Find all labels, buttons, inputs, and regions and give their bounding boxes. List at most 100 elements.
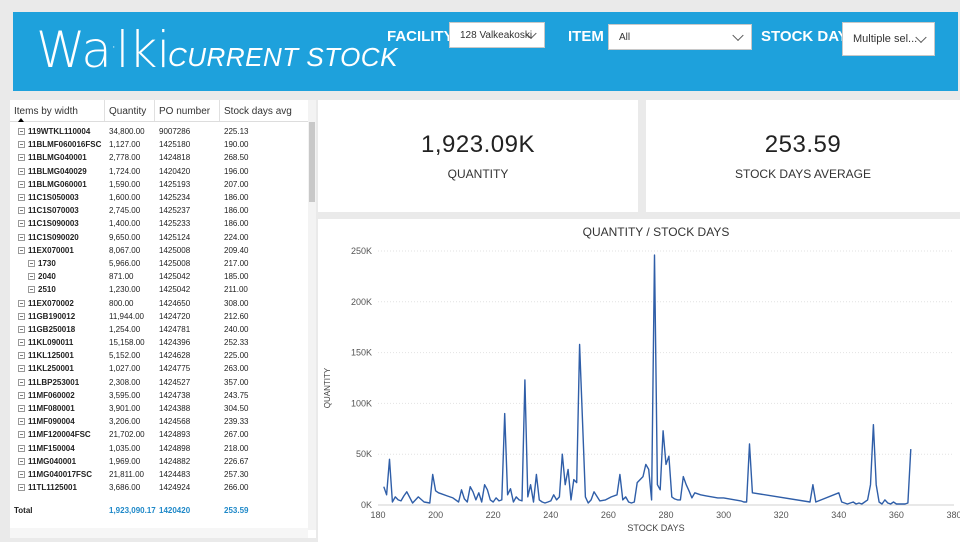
row-item: 11C1S070003	[10, 206, 105, 215]
row-item: 11MG040017FSC	[10, 470, 105, 479]
table-row[interactable]: 11GB250018 1,254.00 1424781 240.00	[10, 323, 308, 336]
table-row[interactable]: 11C1S090020 9,650.00 1425124 224.00	[10, 231, 308, 244]
expand-collapse-icon[interactable]	[28, 273, 35, 281]
table-header: Items by width Quantity PO number Stock …	[10, 100, 308, 122]
table-row[interactable]: 11KL090011 15,158.00 1424396 252.33	[10, 336, 308, 349]
expand-collapse-icon[interactable]	[18, 141, 25, 149]
vertical-scrollbar[interactable]	[308, 100, 316, 530]
row-item-label: 11C1S070003	[28, 206, 79, 216]
expand-collapse-icon[interactable]	[18, 180, 25, 188]
row-quantity: 8,067.00	[109, 245, 141, 255]
table-row[interactable]: 119WTKL110004 34,800.00 9007286 225.13	[10, 125, 308, 138]
row-item-label: 11BLMF060016FSC	[28, 140, 102, 150]
table-row[interactable]: 11KL125001 5,152.00 1424628 225.00	[10, 349, 308, 362]
table-row[interactable]: 11GB190012 11,944.00 1424720 212.60	[10, 310, 308, 323]
expand-collapse-icon[interactable]	[18, 444, 25, 452]
expand-collapse-icon[interactable]	[18, 484, 25, 492]
table-row[interactable]: 1730 5,966.00 1425008 217.00	[10, 257, 308, 270]
table-row[interactable]: 2040 871.00 1425042 185.00	[10, 270, 308, 283]
table-row[interactable]: 11BLMF060016FSC 1,127.00 1425180 190.00	[10, 138, 308, 151]
table-row[interactable]: 2510 1,230.00 1425042 211.00	[10, 283, 308, 296]
expand-collapse-icon[interactable]	[18, 207, 25, 215]
item-dropdown[interactable]: All	[608, 24, 752, 50]
table-row[interactable]: 11C1S050003 1,600.00 1425234 186.00	[10, 191, 308, 204]
table-row[interactable]: 11MG040017FSC 21,811.00 1424483 257.30	[10, 468, 308, 481]
expand-collapse-icon[interactable]	[18, 378, 25, 386]
page-title: CURRENT STOCK	[168, 42, 398, 72]
table-row[interactable]: 11MF060002 3,595.00 1424738 243.75	[10, 389, 308, 402]
table-row[interactable]: 11MF080001 3,901.00 1424388 304.50	[10, 402, 308, 415]
expand-collapse-icon[interactable]	[28, 286, 35, 294]
column-header-po[interactable]: PO number	[155, 100, 220, 121]
expand-collapse-icon[interactable]	[18, 470, 25, 478]
table-row[interactable]: 11C1S090003 1,400.00 1425233 186.00	[10, 217, 308, 230]
row-item: 11C1S090020	[10, 233, 105, 242]
table-row[interactable]: 11KL250001 1,027.00 1424775 263.00	[10, 362, 308, 375]
expand-collapse-icon[interactable]	[18, 128, 25, 136]
stock-days-label: STOCK DAYS AVERAGE	[734, 167, 872, 181]
facility-dropdown[interactable]: 128 Valkeakoski	[449, 22, 545, 48]
expand-collapse-icon[interactable]	[18, 418, 25, 426]
total-po: 1420420	[159, 506, 191, 515]
report-header: Wa·lki CURRENT STOCK FACILITY 128 Valkea…	[13, 12, 958, 91]
expand-collapse-icon[interactable]	[18, 457, 25, 465]
expand-collapse-icon[interactable]	[18, 431, 25, 439]
table-row[interactable]: 11EX070002 800.00 1424650 308.00	[10, 296, 308, 309]
expand-collapse-icon[interactable]	[18, 312, 25, 320]
stock-days-dropdown[interactable]: Multiple sel...	[842, 22, 935, 56]
expand-collapse-icon[interactable]	[18, 365, 25, 373]
row-item-label: 11KL125001	[28, 351, 74, 361]
row-item-label: 11KL090011	[28, 338, 74, 348]
table-row[interactable]: 11BLMG060001 1,590.00 1425193 207.00	[10, 178, 308, 191]
row-item-label: 11MF080001	[28, 404, 75, 414]
row-po: 1424628	[159, 351, 191, 361]
table-row[interactable]: 11MG040001 1,969.00 1424882 226.67	[10, 455, 308, 468]
chevron-down-icon	[732, 29, 744, 42]
expand-collapse-icon[interactable]	[18, 391, 25, 399]
row-item-label: 11TL1125001	[28, 483, 77, 493]
expand-collapse-icon[interactable]	[18, 246, 25, 254]
row-po: 1424568	[159, 417, 191, 427]
expand-collapse-icon[interactable]	[18, 233, 25, 241]
expand-collapse-icon[interactable]	[18, 405, 25, 413]
row-stock-days: 226.67	[224, 456, 249, 466]
table-row[interactable]: 11MF120004FSC 21,702.00 1424893 267.00	[10, 428, 308, 441]
stock-days-card: 253.59 STOCK DAYS AVERAGE	[646, 100, 960, 212]
row-quantity: 9,650.00	[109, 232, 141, 242]
row-quantity: 1,724.00	[109, 166, 141, 176]
table-row[interactable]: 11MF090004 3,206.00 1424568 239.33	[10, 415, 308, 428]
row-quantity: 2,745.00	[109, 206, 141, 216]
table-row[interactable]: 11TL1125001 3,686.00 1424924 266.00	[10, 481, 308, 494]
row-po: 1424720	[159, 311, 191, 321]
expand-collapse-icon[interactable]	[18, 154, 25, 162]
expand-collapse-icon[interactable]	[18, 299, 25, 307]
table-row[interactable]: 11MF150004 1,035.00 1424898 218.00	[10, 442, 308, 455]
expand-collapse-icon[interactable]	[18, 352, 25, 360]
table-row[interactable]: 11BLMG040001 2,778.00 1424818 268.50	[10, 151, 308, 164]
expand-collapse-icon[interactable]	[18, 325, 25, 333]
row-item: 11KL250001	[10, 364, 105, 373]
table-row[interactable]: 11EX070001 8,067.00 1425008 209.40	[10, 244, 308, 257]
row-quantity: 1,590.00	[109, 179, 141, 189]
row-item-label: 11C1S090020	[28, 232, 79, 242]
row-po: 1425234	[159, 193, 191, 203]
row-quantity: 1,027.00	[109, 364, 141, 374]
expand-collapse-icon[interactable]	[18, 167, 25, 175]
expand-collapse-icon[interactable]	[28, 259, 35, 267]
expand-collapse-icon[interactable]	[18, 339, 25, 347]
x-tick-label: 200	[428, 510, 443, 520]
column-header-items[interactable]: Items by width	[10, 100, 105, 121]
row-item-label: 1730	[38, 258, 56, 268]
table-row[interactable]: 11LBP253001 2,308.00 1424527 357.00	[10, 376, 308, 389]
scrollbar-thumb[interactable]	[309, 122, 315, 202]
row-stock-days: 209.40	[224, 245, 249, 255]
column-header-quantity[interactable]: Quantity	[105, 100, 155, 121]
table-row[interactable]: 11C1S070003 2,745.00 1425237 186.00	[10, 204, 308, 217]
horizontal-scrollbar[interactable]	[10, 528, 308, 538]
table-row[interactable]: 11BLMG040029 1,724.00 1420420 196.00	[10, 165, 308, 178]
expand-collapse-icon[interactable]	[18, 194, 25, 202]
row-item-label: 11C1S090003	[28, 219, 79, 229]
row-item-label: 11GB190012	[28, 311, 76, 321]
expand-collapse-icon[interactable]	[18, 220, 25, 228]
column-header-stock-days[interactable]: Stock days avg	[220, 100, 300, 121]
